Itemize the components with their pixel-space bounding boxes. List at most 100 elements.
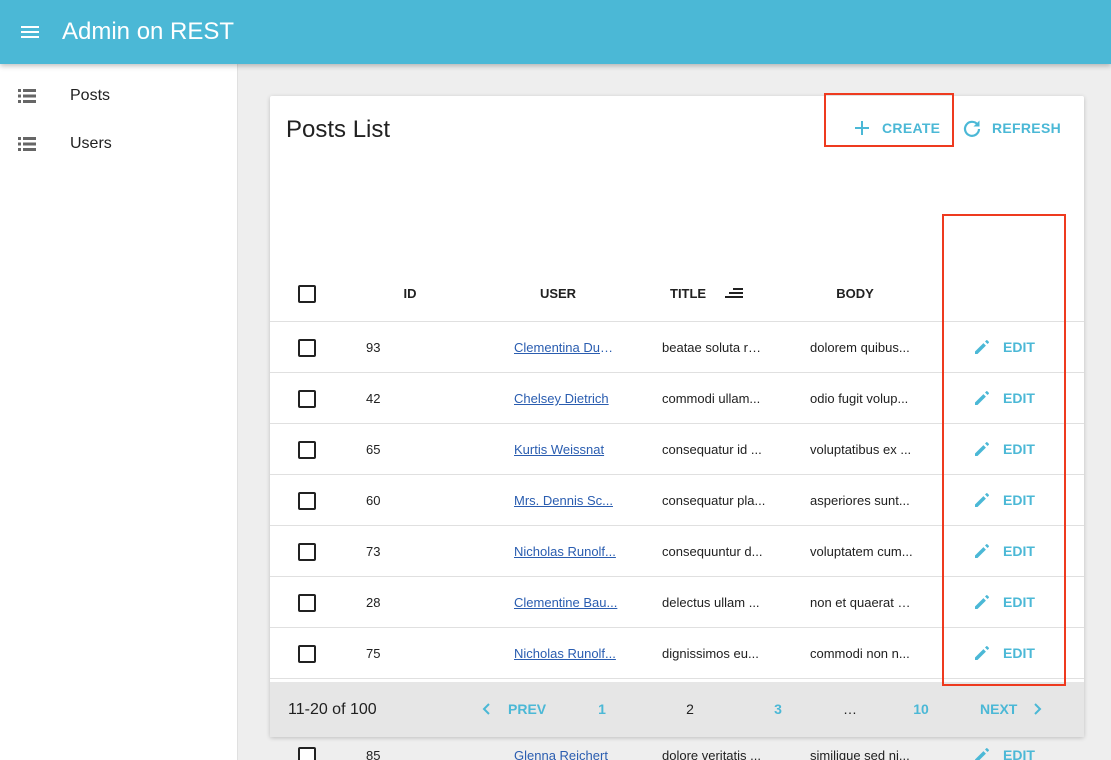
edit-button[interactable]: EDIT xyxy=(970,487,1040,513)
sort-descending-icon[interactable] xyxy=(725,285,745,301)
cell-title: consequuntur d... xyxy=(662,544,763,559)
refresh-button[interactable]: REFRESH xyxy=(960,110,1061,146)
edit-button[interactable]: EDIT xyxy=(970,640,1040,666)
pagination-range: 11-20 of 100 xyxy=(288,701,377,718)
cell-body: dolorem quibus... xyxy=(810,340,910,355)
page-button-3[interactable]: 3 xyxy=(768,700,788,718)
refresh-icon xyxy=(962,118,982,138)
table-header: ID USER TITLE BODY xyxy=(270,266,1084,322)
page-button-10[interactable]: 10 xyxy=(910,700,932,718)
cell-body: asperiores sunt... xyxy=(810,493,910,508)
select-all-checkbox[interactable] xyxy=(298,285,316,303)
cell-id: 85 xyxy=(366,748,381,760)
edit-label: EDIT xyxy=(1003,747,1035,760)
column-header-id[interactable]: ID xyxy=(390,287,430,301)
page-button-current: 2 xyxy=(686,701,694,717)
column-header-body[interactable]: BODY xyxy=(810,287,900,301)
cell-title: consequatur pla... xyxy=(662,493,766,508)
cell-title: dolore veritatis ... xyxy=(662,748,761,760)
edit-button[interactable]: EDIT xyxy=(970,436,1040,462)
sidebar-item-users[interactable]: Users xyxy=(0,120,238,168)
edit-button[interactable]: EDIT xyxy=(970,742,1040,760)
row-checkbox[interactable] xyxy=(298,594,316,612)
table-row[interactable]: 75 Nicholas Runolf... dignissimos eu... com… xyxy=(270,628,1084,679)
row-checkbox[interactable] xyxy=(298,390,316,408)
table-row[interactable]: 93 Clementina DuB... beatae soluta re... do… xyxy=(270,322,1084,373)
create-button[interactable]: CREATE xyxy=(850,110,940,146)
cell-id: 73 xyxy=(366,544,381,559)
app-title: Admin on REST xyxy=(62,18,235,45)
table-row[interactable]: 65 Kurtis Weissnat consequatur id ... volup… xyxy=(270,424,1084,475)
cell-user-link[interactable]: Glenna Reichert xyxy=(514,748,618,760)
pencil-icon xyxy=(972,388,992,408)
table-row[interactable]: 60 Mrs. Dennis Sc... consequatur pla... asp… xyxy=(270,475,1084,526)
table-header-row: ID USER TITLE BODY xyxy=(270,266,1084,322)
cell-id: 60 xyxy=(366,493,381,508)
cell-body: odio fugit volup... xyxy=(810,391,909,406)
pencil-icon xyxy=(972,592,992,612)
edit-label: EDIT xyxy=(1003,441,1035,457)
menu-icon[interactable] xyxy=(18,22,42,42)
column-header-title[interactable]: TITLE xyxy=(670,287,722,301)
cell-body: voluptatibus ex ... xyxy=(810,442,912,457)
sidebar-item-label: Users xyxy=(70,135,112,152)
table-row[interactable]: 28 Clementine Bau... delectus ullam ... non… xyxy=(270,577,1084,628)
plus-icon xyxy=(852,118,872,138)
cell-title: commodi ullam... xyxy=(662,391,761,406)
prev-label: PREV xyxy=(508,701,547,717)
page-button-1[interactable]: 1 xyxy=(592,700,612,718)
posts-list-card: Posts List CREATE REFRESH ID USER TITLE … xyxy=(270,96,1084,760)
table-row[interactable]: 42 Chelsey Dietrich commodi ullam... odio f… xyxy=(270,373,1084,424)
next-label: NEXT xyxy=(980,701,1018,717)
cell-user-link[interactable]: Clementine Bau... xyxy=(514,595,618,610)
edit-label: EDIT xyxy=(1003,492,1035,508)
pencil-icon xyxy=(972,541,992,561)
row-checkbox[interactable] xyxy=(298,441,316,459)
create-label: CREATE xyxy=(882,120,941,136)
cell-user-link[interactable]: Mrs. Dennis Sc... xyxy=(514,493,618,508)
row-checkbox[interactable] xyxy=(298,492,316,510)
row-checkbox[interactable] xyxy=(298,339,316,357)
cell-body: voluptatem cum... xyxy=(810,544,913,559)
refresh-label: REFRESH xyxy=(992,120,1061,136)
list-icon xyxy=(18,88,36,104)
edit-label: EDIT xyxy=(1003,543,1035,559)
cell-title: beatae soluta re... xyxy=(662,340,766,355)
cell-user-link[interactable]: Chelsey Dietrich xyxy=(514,391,618,406)
list-icon xyxy=(18,136,36,152)
row-checkbox[interactable] xyxy=(298,747,316,760)
edit-label: EDIT xyxy=(1003,594,1035,610)
pagination-bar: 11-20 of 100 PREV 1 2 3 … 10 NEXT xyxy=(270,682,1084,737)
app-bar: Admin on REST xyxy=(0,0,1111,64)
pencil-icon xyxy=(972,337,992,357)
cell-id: 93 xyxy=(366,340,381,355)
sidebar-item-posts[interactable]: Posts xyxy=(0,72,238,120)
cell-body: non et quaerat e... xyxy=(810,595,914,610)
edit-button[interactable]: EDIT xyxy=(970,385,1040,411)
edit-button[interactable]: EDIT xyxy=(970,538,1040,564)
column-header-user[interactable]: USER xyxy=(508,287,608,301)
cell-title: dignissimos eu... xyxy=(662,646,759,661)
pencil-icon xyxy=(972,643,992,663)
row-checkbox[interactable] xyxy=(298,645,316,663)
pencil-icon xyxy=(972,745,992,760)
cell-user-link[interactable]: Clementina DuB... xyxy=(514,340,618,355)
edit-label: EDIT xyxy=(1003,339,1035,355)
cell-title: delectus ullam ... xyxy=(662,595,760,610)
cell-title: consequatur id ... xyxy=(662,442,762,457)
edit-button[interactable]: EDIT xyxy=(970,589,1040,615)
cell-user-link[interactable]: Nicholas Runolf... xyxy=(514,646,618,661)
cell-body: commodi non n... xyxy=(810,646,910,661)
chevron-left-icon xyxy=(480,702,494,716)
edit-label: EDIT xyxy=(1003,390,1035,406)
table-row[interactable]: 73 Nicholas Runolf... consequuntur d... vol… xyxy=(270,526,1084,577)
sidebar-item-label: Posts xyxy=(70,87,111,104)
sidebar: Posts Users xyxy=(0,64,238,760)
cell-user-link[interactable]: Kurtis Weissnat xyxy=(514,442,618,457)
pencil-icon xyxy=(972,490,992,510)
cell-user-link[interactable]: Nicholas Runolf... xyxy=(514,544,618,559)
row-checkbox[interactable] xyxy=(298,543,316,561)
edit-button[interactable]: EDIT xyxy=(970,334,1040,360)
edit-label: EDIT xyxy=(1003,645,1035,661)
chevron-right-icon xyxy=(1030,702,1044,716)
